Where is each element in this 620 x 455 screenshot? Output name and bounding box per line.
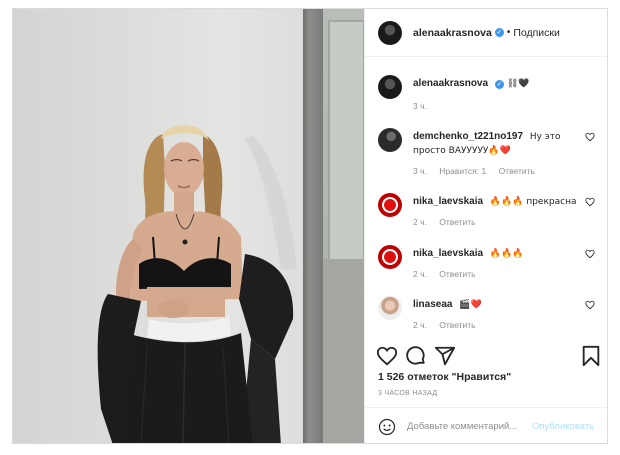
comment-input[interactable]: [407, 421, 532, 432]
comment-likes[interactable]: Нравится: 1: [439, 166, 486, 176]
comment-username[interactable]: linaseaa: [413, 299, 452, 310]
avatar[interactable]: [378, 128, 402, 152]
follow-status-button[interactable]: Подписки: [513, 27, 560, 39]
post-header: alenaakrasnova ✓ • Подписки: [365, 9, 607, 57]
action-bar: [365, 345, 607, 369]
comment-username[interactable]: nika_laevskaia: [413, 196, 483, 207]
avatar[interactable]: [378, 296, 402, 320]
reply-button[interactable]: Ответить: [499, 166, 535, 176]
caption-text: ⛓🖤: [506, 79, 530, 89]
add-comment-bar: Опубликовать: [365, 407, 607, 443]
comment-username[interactable]: nika_laevskaia: [413, 248, 483, 259]
avatar[interactable]: [378, 245, 402, 269]
like-comment-heart-icon[interactable]: [585, 132, 595, 142]
like-comment-heart-icon[interactable]: [585, 300, 595, 310]
header-separator: •: [506, 27, 511, 38]
like-comment-heart-icon[interactable]: [585, 197, 595, 207]
bookmark-icon[interactable]: [580, 345, 602, 367]
comment-icon[interactable]: [405, 345, 427, 367]
avatar[interactable]: [378, 193, 402, 217]
reply-button[interactable]: Ответить: [439, 320, 475, 330]
reply-button[interactable]: Ответить: [439, 269, 475, 279]
emoji-icon[interactable]: [378, 418, 396, 436]
comment-text: 🔥🔥🔥: [489, 249, 524, 259]
author-avatar[interactable]: [378, 20, 402, 45]
likes-count[interactable]: 1 526 отметок "Нравится": [378, 371, 511, 383]
post-side-panel: alenaakrasnova ✓ • Подписки alenaakrasno…: [364, 9, 607, 443]
verified-icon: ✓: [494, 28, 504, 37]
caption-username[interactable]: alenaakrasnova: [413, 78, 488, 89]
avatar[interactable]: [378, 75, 402, 99]
comment-time[interactable]: 2 ч.: [413, 217, 427, 227]
reply-button[interactable]: Ответить: [439, 217, 475, 227]
comment-time[interactable]: 3 ч.: [413, 166, 427, 176]
like-comment-heart-icon[interactable]: [585, 249, 595, 259]
share-icon[interactable]: [434, 345, 456, 367]
caption-time[interactable]: 3 ч.: [413, 101, 427, 111]
comment-time[interactable]: 2 ч.: [413, 269, 427, 279]
author-username[interactable]: alenaakrasnova: [413, 27, 492, 39]
comment-text: 🎬❤️: [459, 300, 482, 310]
posted-time[interactable]: 3 ЧАСОВ НАЗАД: [378, 390, 437, 397]
heart-icon[interactable]: [376, 345, 398, 367]
publish-button[interactable]: Опубликовать: [532, 421, 594, 432]
post-photo: [13, 9, 364, 443]
comment-username[interactable]: demchenko_t221no197: [413, 131, 523, 142]
post-dialog: alenaakrasnova ✓ • Подписки alenaakrasno…: [12, 8, 608, 444]
comment-time[interactable]: 2 ч.: [413, 320, 427, 330]
verified-icon: ✓: [495, 80, 505, 89]
comment-text: 🔥🔥🔥 прекрасна: [489, 197, 577, 207]
